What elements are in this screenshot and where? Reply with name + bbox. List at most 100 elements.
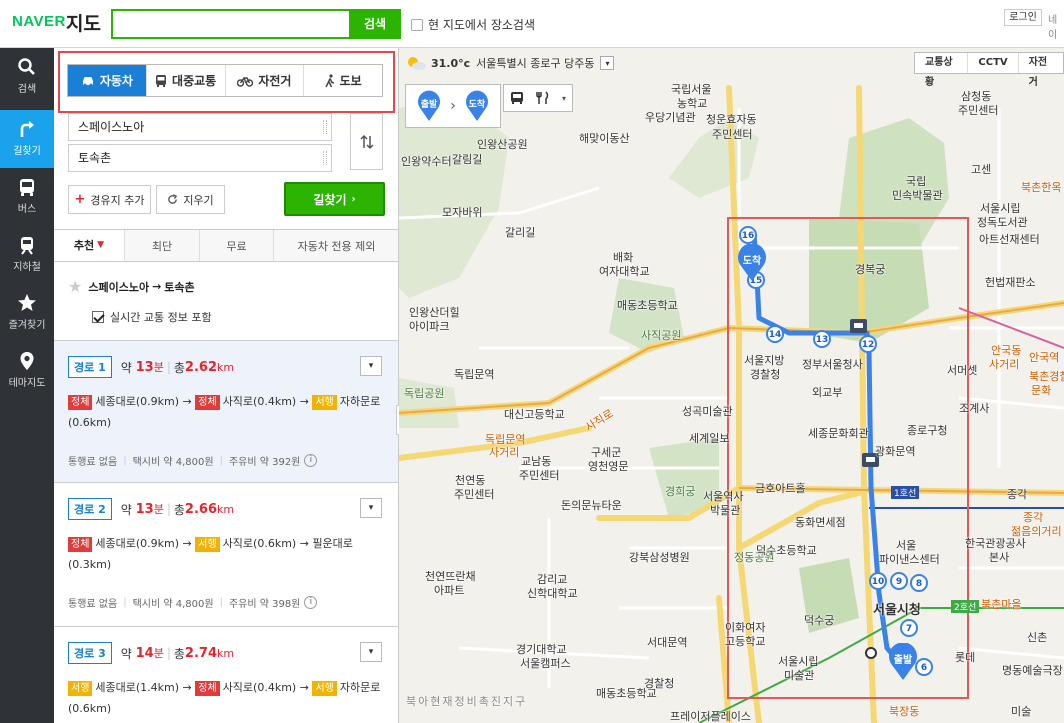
login-button[interactable]: 로그인 [1004,9,1042,26]
end-marker-tool[interactable]: 도착 [464,90,490,122]
map-label[interactable]: 경찰청 [750,366,780,382]
nav-directions[interactable]: 길찾기 [0,110,54,168]
map-label[interactable]: 1호선 [891,486,920,499]
drag-handle-icon[interactable] [323,151,327,165]
map-label[interactable]: 2호선 [951,600,980,613]
map-label[interactable]: 갈리길 [505,224,535,240]
end-field[interactable]: 토속촌 [68,144,332,172]
map-label[interactable]: 성곡미술관 [682,403,733,419]
map-label[interactable]: 신촌 [1027,629,1047,645]
map-label[interactable]: 덕수초등학교 [756,542,817,558]
tab-no-expressway[interactable]: 자동차 전용 제외 [274,230,398,261]
nav-theme-map[interactable]: 테마지도 [0,342,54,400]
map-label[interactable]: 대신고등학교 [504,406,565,422]
map-label[interactable]: 명동예술극장 [1002,662,1063,678]
map-label[interactable]: 북장동 [889,703,919,719]
realtime-traffic-option[interactable]: 실시간 교통 정보 포함 [92,309,212,325]
end-pin[interactable]: 도착 [736,243,768,282]
map-label[interactable]: 서머셋 [947,362,977,378]
map-label[interactable]: 미술 [1011,703,1031,719]
bicycle-layer-button[interactable]: 자전거 [1019,53,1063,88]
map-title[interactable]: 지도 [66,9,101,36]
map-label[interactable]: 북촌한옥 [1021,179,1061,195]
map-label[interactable]: 사직공원 [641,327,681,343]
search-in-map-checkbox[interactable] [411,18,423,31]
nav-favorites[interactable]: 즐겨찾기 [0,284,54,342]
map-label[interactable]: 덕수궁 [804,612,834,628]
map-label[interactable]: 독립문역 [454,366,494,382]
search-input[interactable] [111,9,351,39]
map-label[interactable]: 아이파크 [409,318,449,334]
map-label[interactable]: 정독도서관 [977,214,1028,230]
map-label[interactable]: 서울캠퍼스 [520,655,571,671]
nav-bus[interactable]: 버스 [0,168,54,226]
map-label[interactable]: 동화면세점 [795,514,846,530]
map-label[interactable]: 금호아트홀 [755,480,806,496]
tab-recommended[interactable]: 추천 ▼ [54,230,125,261]
map-label[interactable]: 경찰청 [644,675,674,691]
map-label[interactable]: 신학대학교 [527,585,578,601]
map-label[interactable]: 서대문역 [647,634,687,650]
search-button[interactable]: 검색 [349,9,401,39]
map-label[interactable]: 광화문역 [875,443,915,459]
map-label[interactable]: 경복궁 [855,261,885,277]
drag-handle-icon[interactable] [323,120,327,134]
naver-link[interactable]: 네이 [1048,11,1064,41]
location-dropdown[interactable]: ▾ [600,56,615,70]
map-label[interactable]: 젊음의거리 [1011,523,1062,539]
restaurant-icon[interactable] [536,91,550,105]
bus-icon[interactable] [510,91,524,105]
map-label[interactable]: 강북삼성병원 [629,549,690,565]
map-label[interactable]: 영천영문 [588,458,628,474]
map-label[interactable]: 우당기념관 [645,109,696,125]
map-label[interactable]: 프레이저플레이스 [670,708,751,723]
map-label[interactable]: 주민센터 [712,126,752,142]
caret-down-icon[interactable]: ▾ [562,94,566,103]
map-label[interactable]: 미술관 [784,667,814,683]
tab-transit[interactable]: 대중교통 [147,65,226,96]
map-label[interactable]: 파이낸스센터 [879,551,940,567]
start-pin[interactable]: 출발 [887,642,919,681]
map-label[interactable]: 인왕약수터 [401,153,452,169]
tab-bicycle[interactable]: 자전거 [226,65,305,96]
map-label[interactable]: 북촌마을 [981,596,1021,612]
info-icon[interactable]: i [304,596,318,609]
map-label[interactable]: 사거리 [989,356,1019,372]
find-route-button[interactable]: 길찾기 › [284,182,385,216]
route-card[interactable]: 경로 3 약 14 분 | 총 2.74 km ▾ 서행 세종대로(1.4km) → 정… [54,626,398,723]
map-label[interactable]: 조계사 [959,400,989,416]
map-label[interactable]: 주민센터 [454,486,494,502]
route-toggle-button[interactable]: ▾ [360,498,382,518]
route-card[interactable]: 경로 1 약 13 분 | 총 2.62 km ▾ 정체 세종대로(0.9km) → 정… [54,340,398,482]
route-toggle-button[interactable]: ▾ [360,642,382,662]
nav-subway[interactable]: 지하철 [0,226,54,284]
nav-search[interactable]: 검색 [0,48,54,106]
map-label[interactable]: 주민센터 [519,467,559,483]
map-label[interactable]: 북아현재정비촉진지구 [406,693,527,709]
map-label[interactable]: 민속박물관 [892,187,943,203]
map-label[interactable]: 박물관 [710,502,740,518]
map-label[interactable]: 사거리 [489,444,519,460]
tab-walk[interactable]: 도보 [304,65,382,96]
map-label[interactable]: 종각 [1007,486,1027,502]
naver-logo[interactable]: NAVER [12,13,66,30]
add-waypoint-button[interactable]: + 경유지 추가 [68,185,151,214]
favorite-star-icon[interactable]: ★ [68,277,82,296]
map-label[interactable]: 인왕산공원 [477,136,528,152]
map-label[interactable]: 아트선재센터 [979,231,1040,247]
start-field[interactable]: 스페이스노아 [68,113,332,141]
map-label[interactable]: 아파트 [434,582,464,598]
map-label[interactable]: 고등학교 [725,633,765,649]
traffic-layer-button[interactable]: 교통상황 [915,53,969,88]
cctv-layer-button[interactable]: CCTV [968,53,1019,73]
realtime-traffic-checkbox[interactable] [92,311,104,323]
tab-car[interactable]: 자동차 [68,65,147,96]
map-label[interactable]: 고센 [971,161,991,177]
map-label[interactable]: 문화 [1031,382,1051,398]
map-label[interactable]: 종로구청 [907,422,947,438]
map-label[interactable]: 해맞이동산 [579,130,630,146]
start-marker-tool[interactable]: 출발 [416,90,442,122]
map-label[interactable]: 롯데 [955,649,975,665]
map-label[interactable]: 본사 [989,549,1009,565]
tab-free[interactable]: 무료 [200,230,274,261]
